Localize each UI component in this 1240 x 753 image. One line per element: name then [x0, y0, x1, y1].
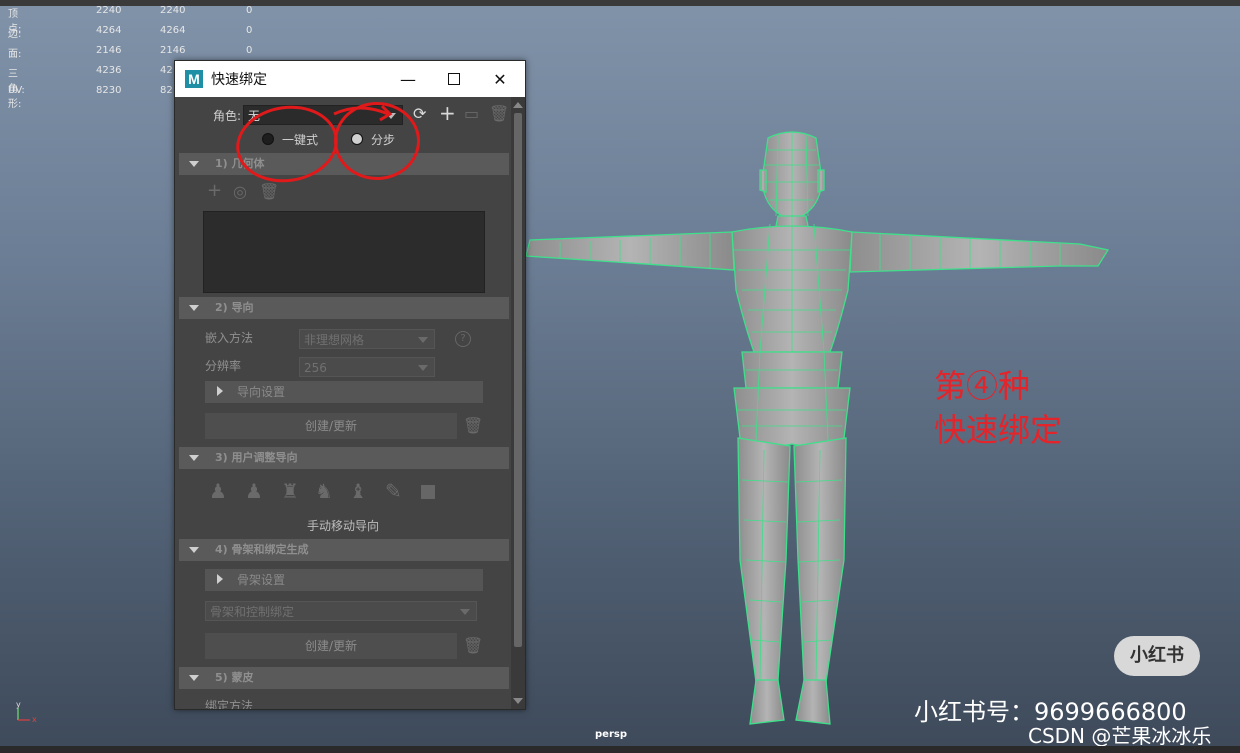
collapse-icon — [189, 161, 199, 167]
guide-tool-icon-5[interactable]: ♝ — [349, 481, 367, 501]
section-user-adjust[interactable]: 3) 用户调整导向 — [179, 447, 509, 469]
hud-lbl: 边: — [8, 29, 22, 40]
guide-tool-icon-2[interactable]: ♟ — [245, 481, 263, 501]
xiaohongshu-badge: 小红书 — [1114, 636, 1200, 676]
window-scrollbar[interactable] — [511, 97, 525, 709]
hud-v2: 2240 — [160, 5, 186, 16]
annotation-arrow — [333, 104, 393, 122]
skeleton-delete-icon[interactable]: 🗑 — [463, 638, 483, 654]
minimize-button[interactable]: — — [385, 61, 431, 97]
help-icon[interactable]: ? — [455, 331, 471, 347]
close-button[interactable]: ✕ — [477, 61, 523, 97]
add-icon[interactable]: + — [439, 103, 456, 123]
skeleton-mode-dropdown[interactable]: 骨架和控制绑定 — [205, 601, 477, 621]
bind-method-label: 绑定方法 — [205, 699, 254, 709]
hud-v1: 4236 — [96, 65, 122, 76]
expand-icon — [217, 574, 223, 584]
geometry-list[interactable] — [203, 211, 485, 293]
maximize-icon — [448, 73, 460, 85]
section-skinning[interactable]: 5) 蒙皮 — [179, 667, 509, 689]
window-title: 快速绑定 — [211, 72, 267, 88]
hud-lbl: 面: — [8, 49, 22, 60]
hud-v1: 2240 — [96, 5, 122, 16]
left-leg — [737, 437, 791, 683]
guide-settings-label: 导向设置 — [237, 385, 286, 399]
collapse-icon — [189, 547, 199, 553]
hips — [733, 387, 851, 447]
section-skeleton-label: 4) 骨架和绑定生成 — [215, 543, 309, 556]
scroll-up-icon[interactable] — [513, 102, 523, 108]
manual-move-label: 手动移动导向 — [307, 519, 380, 533]
collapse-icon — [189, 675, 199, 681]
role-label: 角色: — [213, 109, 242, 123]
skeleton-settings-label: 骨架设置 — [237, 573, 286, 587]
remove-geometry-icon[interactable]: 🗑 — [259, 184, 279, 200]
guide-settings-bar[interactable]: 导向设置 — [205, 381, 483, 403]
collapse-icon — [189, 455, 199, 461]
hud-v2: 2146 — [160, 45, 186, 56]
guide-tool-icon-6[interactable]: ✎ — [385, 481, 402, 501]
maximize-button[interactable] — [431, 61, 477, 97]
hud-v1: 4264 — [96, 25, 122, 36]
guide-tool-icon-4[interactable]: ♞ — [315, 481, 333, 501]
skeleton-create-button[interactable]: 创建/更新 — [205, 633, 457, 659]
hud-v1: 2146 — [96, 45, 122, 56]
resolution-label: 分辨率 — [205, 359, 242, 373]
close-icon: ✕ — [493, 69, 507, 89]
resolution-value: 256 — [304, 361, 327, 375]
axis-x-label: x — [32, 715, 37, 724]
embed-method-label: 嵌入方法 — [205, 331, 254, 345]
hud-v3: 0 — [246, 5, 253, 16]
axis-gizmo: y x — [16, 700, 37, 724]
chevron-down-icon — [418, 337, 428, 343]
guide-tool-icon-3[interactable]: ♜ — [281, 481, 299, 501]
hud-lbl: UV: — [8, 85, 25, 96]
refresh-icon[interactable]: ⟳ — [413, 106, 426, 122]
add-geometry-icon[interactable]: + — [207, 182, 222, 200]
axis-y-label: y — [16, 700, 21, 709]
hud-v2: 42 — [160, 65, 173, 76]
trash-icon[interactable]: 🗑 — [489, 106, 509, 122]
embed-method-dropdown[interactable]: 非理想网格 — [299, 329, 435, 349]
maya-logo-icon: M — [185, 70, 203, 88]
scroll-down-icon[interactable] — [513, 698, 523, 704]
bottom-strip — [0, 746, 1240, 753]
hud-v2: 4264 — [160, 25, 186, 36]
panel-icon[interactable]: ▭ — [464, 106, 479, 122]
hud-v3: 0 — [246, 25, 253, 36]
right-arm — [849, 231, 1110, 273]
skeleton-settings-bar[interactable]: 骨架设置 — [205, 569, 483, 591]
guide-color-swatch[interactable] — [421, 485, 435, 499]
section-guides[interactable]: 2) 导向 — [179, 297, 509, 319]
hud-v2: 82 — [160, 85, 173, 96]
section-skinning-label: 5) 蒙皮 — [215, 671, 254, 684]
select-geometry-icon[interactable]: ◎ — [233, 184, 247, 200]
guides-delete-icon[interactable]: 🗑 — [463, 418, 483, 434]
chevron-down-icon — [418, 365, 428, 371]
hud-v3: 0 — [246, 45, 253, 56]
top-toolbar — [0, 0, 1240, 6]
watermark-csdn: CSDN @芒果冰冰乐 — [1028, 724, 1212, 748]
guides-create-button[interactable]: 创建/更新 — [205, 413, 457, 439]
camera-label: persp — [595, 729, 627, 740]
left-arm — [525, 231, 735, 271]
collapse-icon — [189, 305, 199, 311]
scroll-thumb[interactable] — [514, 113, 522, 647]
hud-v1: 8230 — [96, 85, 122, 96]
window-content: 角色: 无 ⟳ + ▭ 🗑 一键式 分步 1) 几何体 + ◎ 🗑 2) 导向 … — [175, 97, 511, 709]
section-user-adjust-label: 3) 用户调整导向 — [215, 451, 298, 464]
expand-icon — [217, 386, 223, 396]
section-guides-label: 2) 导向 — [215, 301, 254, 314]
resolution-dropdown[interactable]: 256 — [299, 357, 435, 377]
section-skeleton[interactable]: 4) 骨架和绑定生成 — [179, 539, 509, 561]
minimize-icon: — — [400, 69, 416, 89]
guide-tool-icon-1[interactable]: ♟ — [209, 481, 227, 501]
annotation-line2: 快速绑定 — [934, 411, 1063, 449]
embed-method-value: 非理想网格 — [304, 333, 365, 347]
chevron-down-icon — [460, 609, 470, 615]
annotation-line1: 第④种 — [934, 367, 1031, 405]
skeleton-mode-value: 骨架和控制绑定 — [210, 605, 295, 619]
window-titlebar[interactable]: M 快速绑定 — ✕ — [175, 61, 525, 97]
